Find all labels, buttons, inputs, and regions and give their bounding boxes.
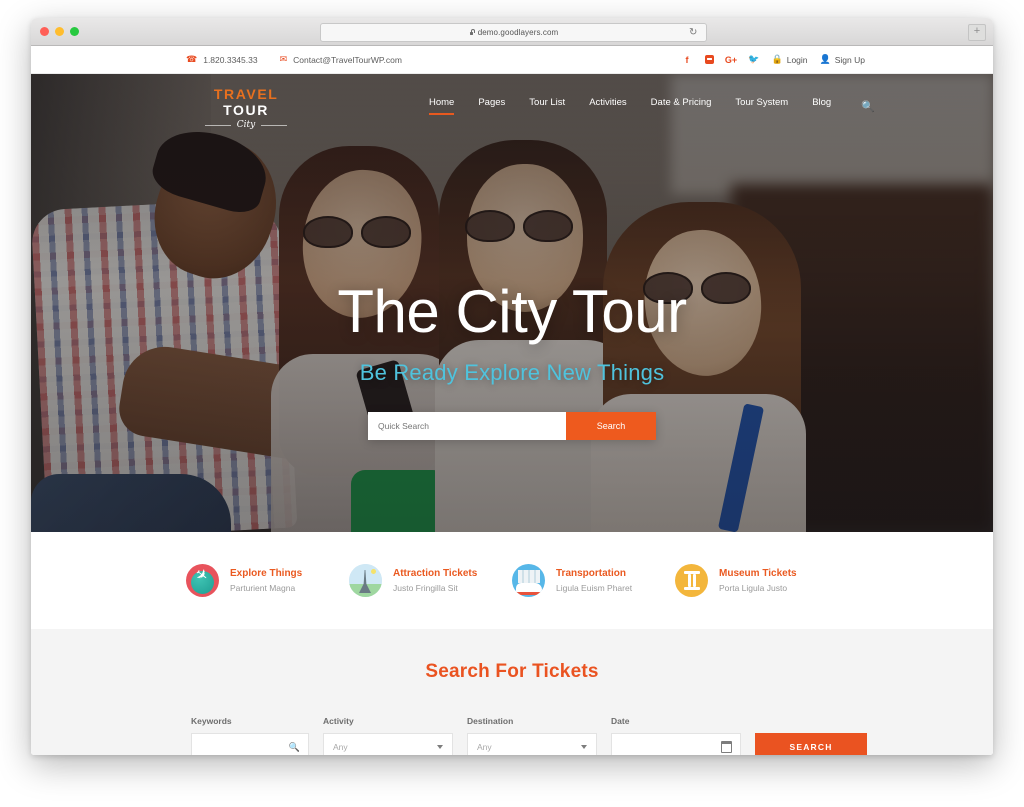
site-logo[interactable]: TRAVEL TOUR City (191, 86, 301, 130)
nav-item-tour-list[interactable]: Tour List (529, 97, 565, 115)
twitter-icon[interactable]: 🐦 (748, 54, 759, 65)
activity-select[interactable]: Any (323, 733, 453, 755)
phone-number: 1.820.3345.33 (203, 54, 258, 65)
field-label: Keywords (191, 716, 232, 726)
chevron-down-icon (437, 745, 443, 749)
hero-search-bar: Search (368, 412, 656, 440)
hero-title: The City Tour (337, 278, 687, 345)
google-plus-icon[interactable]: G+ (725, 54, 737, 65)
page-viewport: ☎ 1.820.3345.33 ✉ Contact@TravelTourWP.c… (31, 46, 993, 755)
destination-select[interactable]: Any (467, 733, 597, 755)
maximize-window-button[interactable] (70, 27, 79, 36)
field-label: Destination (467, 716, 514, 726)
hero-search-button[interactable]: Search (566, 412, 656, 440)
close-window-button[interactable] (40, 27, 49, 36)
search-icon[interactable]: 🔍 (289, 742, 300, 753)
activity-value: Any (333, 742, 348, 752)
nav-item-blog[interactable]: Blog (812, 97, 831, 115)
logo-tour-text: TOUR (223, 102, 269, 118)
login-link[interactable]: 🔒 Login (772, 55, 808, 65)
feature-subtitle: Justo Fringilla Sit (393, 583, 458, 594)
phone-contact[interactable]: ☎ 1.820.3345.33 (186, 55, 258, 65)
minimize-window-button[interactable] (55, 27, 64, 36)
eiffel-tower-icon (349, 564, 382, 597)
date-input[interactable] (611, 733, 741, 755)
feature-explore-things[interactable]: ✈ Explore Things Parturient Magna (186, 564, 349, 597)
utility-links: f G+ 🐦 🔒 Login 👤 Sign Up (682, 54, 866, 65)
lock-icon: 🔒 (771, 54, 783, 64)
hero-search-input[interactable] (368, 412, 566, 440)
feature-museum-tickets[interactable]: Museum Tickets Porta Ligula Justo (675, 564, 838, 597)
destination-value: Any (477, 742, 492, 752)
ticket-search-section: Search For Tickets Keywords 🔍 Activity A… (31, 629, 993, 755)
nav-item-home[interactable]: Home (429, 97, 455, 115)
nav-item-activities[interactable]: Activities (589, 97, 626, 115)
train-city-icon (512, 564, 545, 597)
signup-label: Sign Up (834, 54, 865, 65)
screenshot-root: demo.goodlayers.com ↻ + ☎ 1.820.3345.33 … (0, 0, 1024, 807)
phone-icon: ☎ (186, 54, 198, 64)
feature-subtitle: Porta Ligula Justo (719, 583, 788, 594)
feature-title: Transportation (556, 567, 627, 579)
address-bar[interactable]: demo.goodlayers.com ↻ (320, 23, 707, 42)
logo-city-text: City (236, 120, 256, 130)
museum-columns-icon (675, 564, 708, 597)
utility-bar: ☎ 1.820.3345.33 ✉ Contact@TravelTourWP.c… (31, 46, 993, 74)
field-date: Date (611, 716, 741, 755)
hero-section: TRAVEL TOUR City Home Pages Tour List Ac… (31, 74, 993, 532)
feature-transportation[interactable]: Transportation Ligula Euism Pharet (512, 564, 675, 597)
new-tab-button[interactable]: + (968, 24, 986, 41)
email-contact[interactable]: ✉ Contact@TravelTourWP.com (280, 55, 402, 65)
reload-icon[interactable]: ↻ (689, 28, 699, 38)
field-keywords: Keywords 🔍 (191, 716, 309, 755)
nav-item-tour-system[interactable]: Tour System (735, 97, 788, 115)
feature-title: Museum Tickets (719, 567, 797, 579)
feature-title: Attraction Tickets (393, 567, 478, 579)
facebook-icon[interactable]: f (682, 54, 693, 65)
email-address: Contact@TravelTourWP.com (293, 54, 402, 65)
login-label: Login (786, 54, 808, 65)
ticket-search-form: Keywords 🔍 Activity Any Destination Any … (191, 716, 867, 755)
logo-travel-text: TRAVEL (213, 86, 279, 102)
feature-subtitle: Ligula Euism Pharet (556, 583, 633, 594)
url-text: demo.goodlayers.com (477, 28, 559, 37)
window-controls[interactable] (40, 27, 79, 36)
signup-link[interactable]: 👤 Sign Up (820, 55, 865, 65)
browser-titlebar: demo.goodlayers.com ↻ + (31, 18, 993, 46)
field-label: Activity (323, 716, 354, 726)
feature-subtitle: Parturient Magna (230, 583, 296, 594)
search-icon[interactable]: 🔍 (861, 100, 875, 113)
nav-menu: Home Pages Tour List Activities Date & P… (429, 97, 875, 115)
calendar-icon[interactable] (720, 741, 733, 753)
features-strip: ✈ Explore Things Parturient Magna Attrac… (31, 532, 993, 629)
search-submit-button[interactable]: SEARCH (755, 733, 867, 755)
field-label: Date (611, 716, 630, 726)
keywords-input[interactable]: 🔍 (191, 733, 309, 755)
field-activity: Activity Any (323, 716, 453, 755)
contact-info: ☎ 1.820.3345.33 ✉ Contact@TravelTourWP.c… (186, 55, 402, 65)
browser-window: demo.goodlayers.com ↻ + ☎ 1.820.3345.33 … (31, 18, 993, 755)
hero-content: The City Tour Be Ready Explore New Thing… (31, 282, 993, 440)
feature-title: Explore Things (230, 567, 303, 579)
nav-item-pages[interactable]: Pages (478, 97, 505, 115)
field-destination: Destination Any (467, 716, 597, 755)
globe-plane-icon: ✈ (186, 564, 219, 597)
user-icon: 👤 (819, 54, 831, 64)
lock-icon (469, 29, 475, 36)
feature-attraction-tickets[interactable]: Attraction Tickets Justo Fringilla Sit (349, 564, 512, 597)
section-title: Search For Tickets (425, 661, 599, 682)
chevron-down-icon (581, 745, 587, 749)
nav-item-date-pricing[interactable]: Date & Pricing (651, 97, 712, 115)
envelope-icon: ✉ (279, 54, 288, 64)
instagram-icon[interactable] (704, 55, 714, 64)
hero-subtitle: Be Ready Explore New Things (359, 360, 665, 385)
main-navbar: TRAVEL TOUR City Home Pages Tour List Ac… (31, 74, 993, 138)
